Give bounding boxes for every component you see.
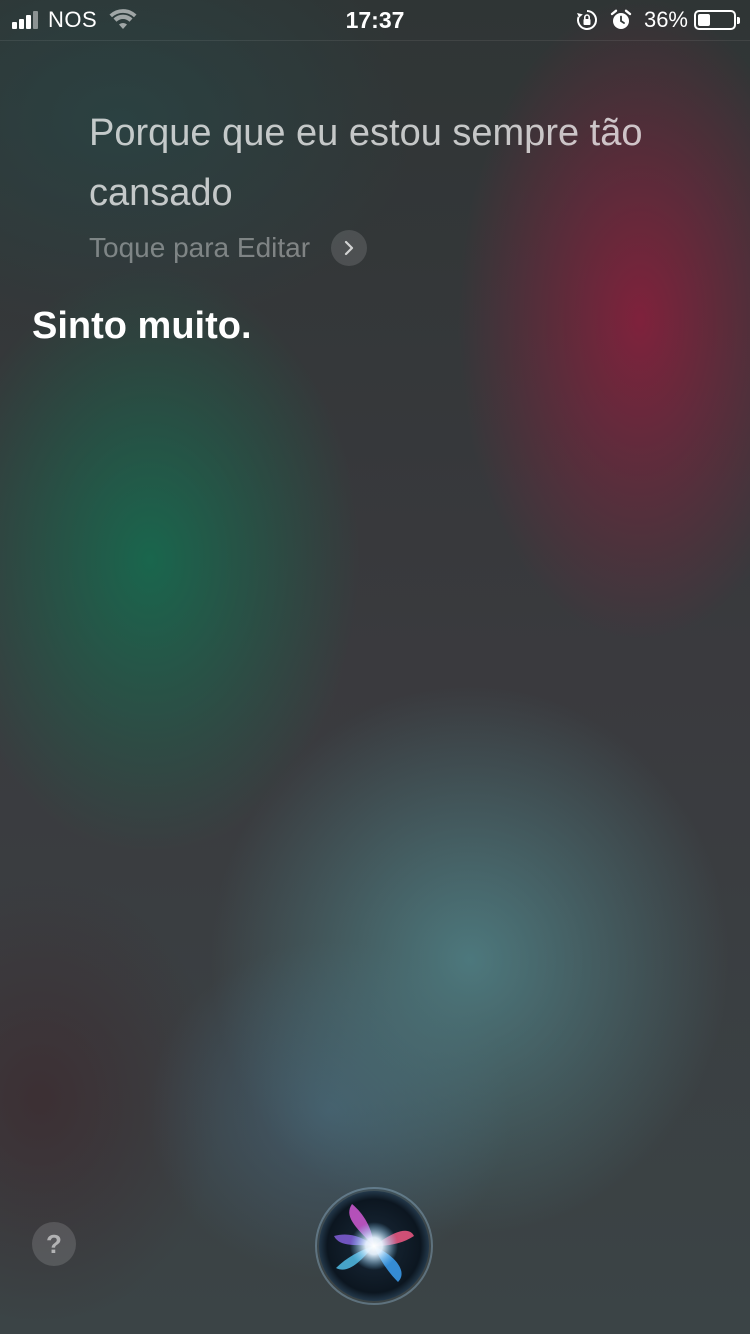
battery-percent: 36% (643, 7, 688, 32)
siri-screen: NOS 17:37 36% Porque que eu estou sempre… (0, 0, 750, 1334)
status-bar-right: 36% (576, 7, 740, 33)
status-bar: NOS 17:37 36% (0, 0, 750, 41)
tap-to-edit-row[interactable]: Toque para Editar (89, 230, 368, 266)
alarm-icon (610, 9, 632, 29)
chevron-right-icon[interactable] (331, 230, 368, 266)
siri-response-text: Sinto muito. (32, 305, 252, 347)
siri-orb-button[interactable] (314, 1186, 434, 1306)
battery-fill (698, 14, 710, 26)
battery-icon (694, 10, 740, 30)
orientation-lock-icon (576, 10, 597, 30)
battery-cap (737, 17, 740, 24)
help-button[interactable]: ? (32, 1222, 76, 1266)
tap-to-edit-label: Toque para Editar (89, 232, 311, 263)
siri-query-text[interactable]: Porque que eu estou sempre tão cansado (89, 103, 719, 223)
